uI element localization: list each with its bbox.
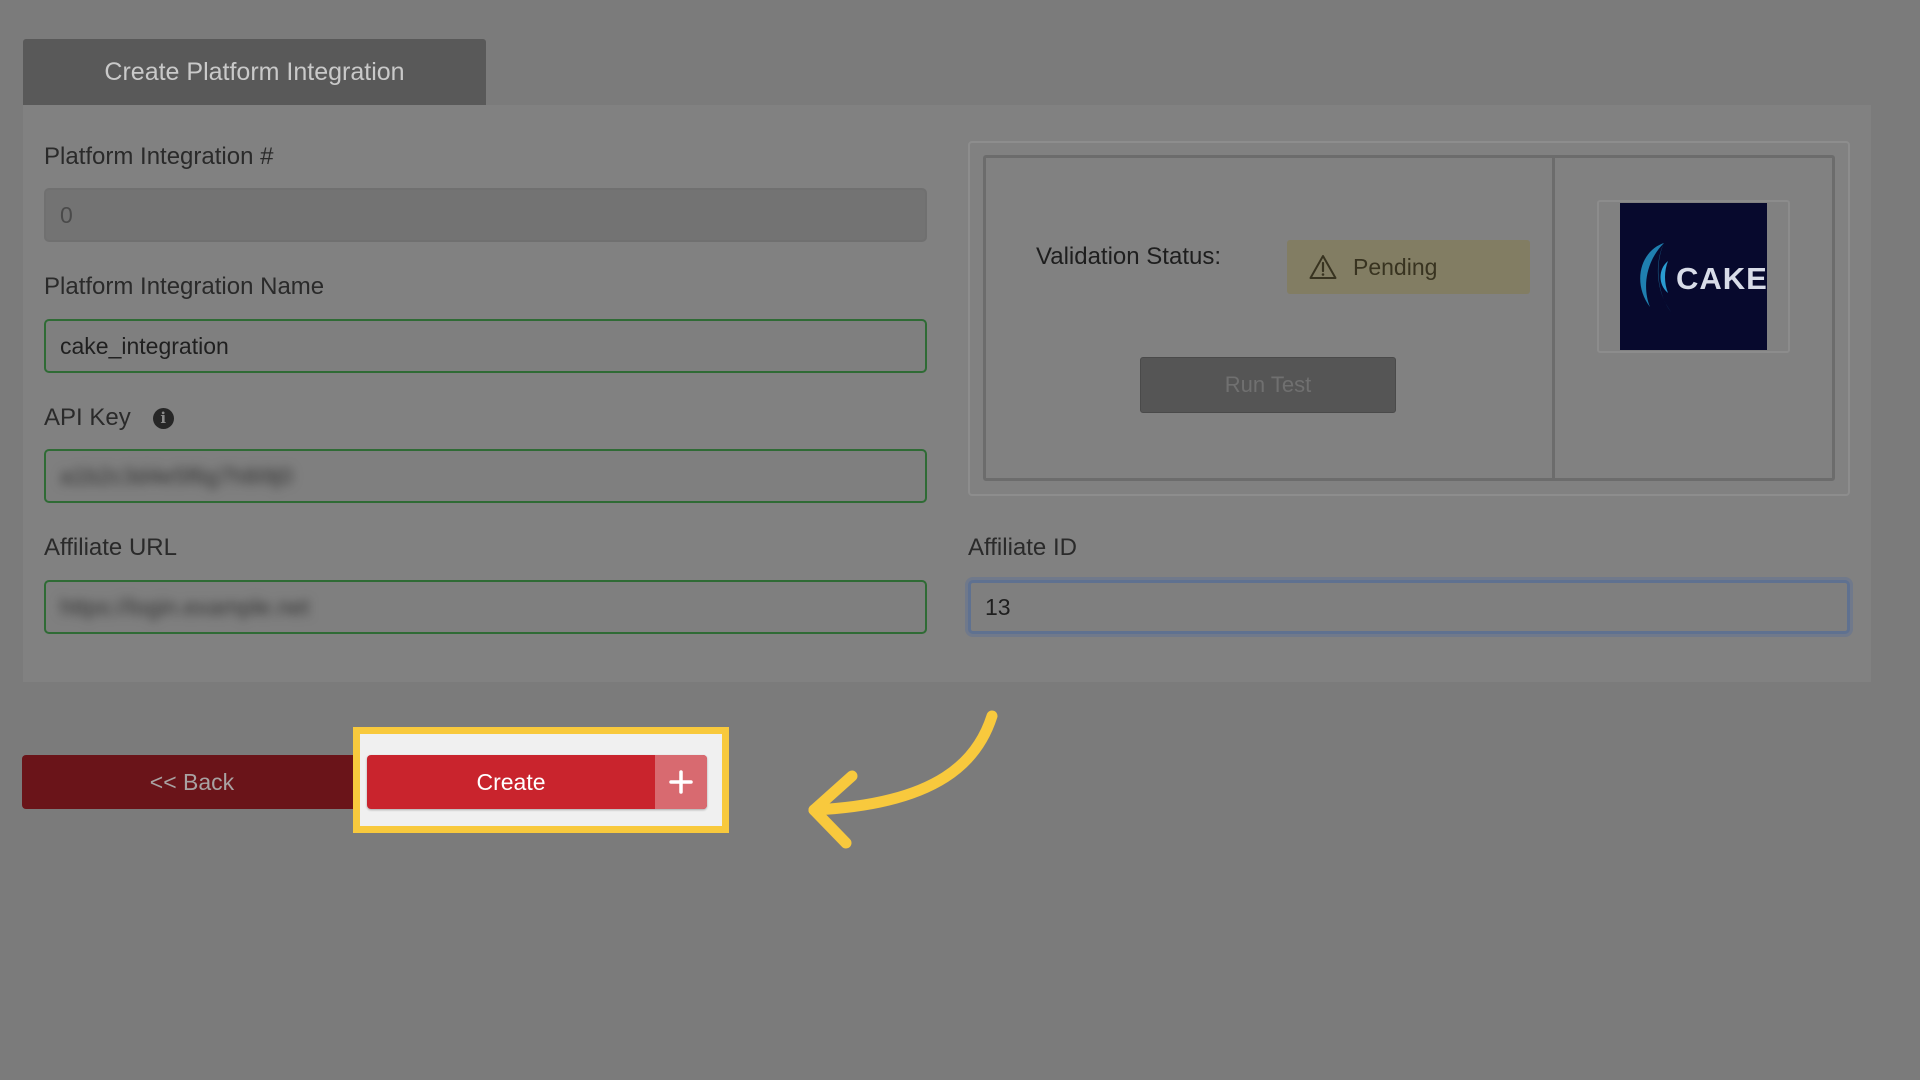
affiliate-id-value: 13 [985, 593, 1011, 620]
validation-status-badge: Pending [1287, 240, 1530, 294]
integration-number-label: Platform Integration # [44, 143, 274, 170]
run-test-label: Run Test [1224, 372, 1312, 397]
affiliate-url-label: Affiliate URL [44, 534, 177, 561]
page-title: Create Platform Integration [104, 57, 405, 86]
run-test-button[interactable]: Run Test [1140, 357, 1396, 413]
affiliate-url-input[interactable]: https://login.example.net [44, 580, 927, 634]
api-key-input[interactable]: a1b2c3d4e5f6g7h8i9j0 [44, 449, 927, 503]
affiliate-id-label: Affiliate ID [968, 534, 1077, 561]
create-button-label: Create [476, 768, 546, 795]
integration-number-field: 0 [44, 188, 927, 242]
create-button[interactable]: Create [367, 755, 707, 809]
integration-name-label: Platform Integration Name [44, 273, 325, 300]
back-button-label: << Back [149, 768, 235, 795]
integration-name-input[interactable]: cake_integration [44, 319, 927, 373]
validation-status-label: Validation Status: [1036, 243, 1222, 270]
pointer-arrow-icon [808, 710, 998, 849]
api-key-value: a1b2c3d4e5f6g7h8i9j0 [60, 462, 293, 489]
plus-icon [655, 755, 707, 809]
warning-icon [1309, 255, 1337, 279]
api-key-label-text: API Key [44, 404, 131, 431]
affiliate-id-input[interactable]: 13 [968, 580, 1850, 634]
integration-name-value: cake_integration [60, 332, 229, 359]
integration-number-value: 0 [60, 201, 73, 228]
cake-logo-text: CAKE [1676, 261, 1768, 296]
validation-divider [1552, 155, 1555, 481]
affiliate-url-value: https://login.example.net [60, 593, 310, 620]
back-button[interactable]: << Back [22, 755, 362, 809]
cake-logo: CAKE [1620, 203, 1767, 350]
info-icon[interactable]: i [152, 407, 174, 429]
api-key-label: API Key i [44, 404, 174, 432]
page-title-tab: Create Platform Integration [23, 39, 486, 105]
validation-status-value: Pending [1353, 253, 1438, 280]
